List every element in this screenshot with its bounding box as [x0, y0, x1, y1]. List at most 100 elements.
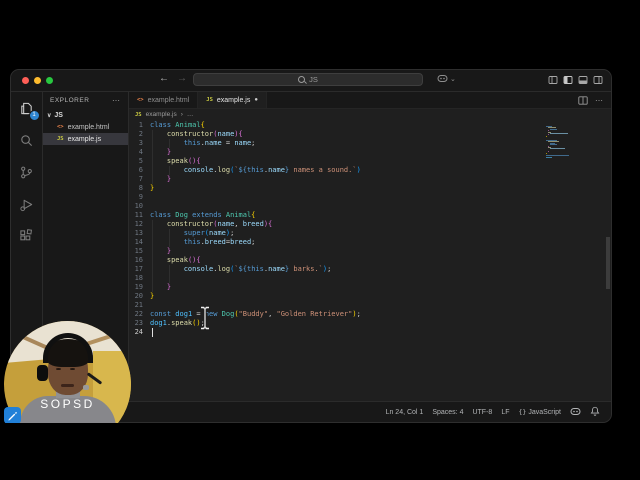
line-number: 18 [134, 274, 143, 282]
code-line-2[interactable]: 2 constructor(name){ [129, 130, 611, 139]
explorer-more-icon[interactable]: ⋯ [112, 96, 121, 105]
command-center-search[interactable]: JS [193, 73, 423, 86]
file-name: example.html [67, 123, 110, 131]
toggle-primary-sidebar-icon[interactable] [548, 75, 558, 85]
person-mouth [61, 384, 74, 387]
indent-guide [168, 139, 170, 148]
forward-icon[interactable]: → [177, 73, 187, 84]
overlay-pencil-badge[interactable] [4, 407, 21, 424]
status-javascript[interactable]: {} JavaScript [518, 408, 561, 416]
text-caret [152, 328, 153, 337]
line-number: 13 [134, 229, 143, 237]
code-line-19[interactable]: 19 } [129, 283, 611, 292]
file-item-example.html[interactable]: <> example.html [43, 121, 128, 133]
explorer-badge: 1 [28, 110, 40, 121]
zoom-button[interactable] [46, 77, 53, 84]
modified-dot-icon[interactable]: ● [254, 97, 258, 103]
tab-example.html[interactable]: <> example.html [129, 92, 199, 108]
code-line-6[interactable]: 6 console.log(`${this.name} names a soun… [129, 166, 611, 175]
minimize-button[interactable] [34, 77, 41, 84]
indent-guide [152, 139, 153, 148]
panel-right-icon[interactable] [593, 75, 603, 85]
code-line-20[interactable]: 20} [129, 292, 611, 301]
line-number: 5 [138, 157, 143, 165]
code-line-3[interactable]: 3 this.name = name; [129, 139, 611, 148]
status-lf[interactable]: LF [501, 409, 509, 416]
line-number: 11 [134, 211, 143, 219]
code-line-1[interactable]: 1 class Animal{ [129, 121, 611, 130]
activity-item-search[interactable] [16, 130, 38, 150]
status-bell[interactable] [590, 406, 600, 418]
indent-guide [168, 229, 170, 238]
activity-item-run-debug[interactable] [16, 194, 38, 214]
code-editor[interactable]: 1 class Animal{2 constructor(name){3 this… [129, 120, 611, 401]
indent-guide [152, 175, 153, 184]
status-label: Ln 24, Col 1 [385, 408, 424, 416]
indent-guide [152, 148, 153, 157]
indent-guide [168, 265, 170, 274]
line-number: 9 [138, 193, 143, 201]
js-file-icon: JS [57, 136, 64, 142]
status-spaces-4[interactable]: Spaces: 4 [432, 409, 463, 416]
line-number: 21 [134, 301, 143, 309]
tab-bar: <> example.html JS example.js ● ⋯ [129, 92, 611, 109]
status-copilot[interactable] [570, 407, 581, 418]
status-ln-24-col-1[interactable]: Ln 24, Col 1 [386, 409, 424, 416]
headset-mic-tip [83, 385, 89, 390]
minimap[interactable] [546, 126, 590, 164]
code-line-14[interactable]: 14 this.breed=breed; [129, 238, 611, 247]
line-number: 7 [138, 175, 143, 183]
code-line-11[interactable]: 11 class Dog extends Animal{ [129, 211, 611, 220]
breadcrumb-separator: › [180, 111, 183, 118]
code-line-15[interactable]: 15 } [129, 247, 611, 256]
indent-guide [168, 274, 170, 283]
code-line-18[interactable]: 18 [129, 274, 611, 283]
workspace-folder[interactable]: ∨ JS [43, 109, 128, 121]
split-editor-icon[interactable] [578, 95, 588, 105]
line-number: 10 [134, 202, 143, 210]
code-line-10[interactable]: 10 [129, 202, 611, 211]
status-utf-8[interactable]: UTF-8 [472, 409, 492, 416]
activity-item-source-control[interactable] [16, 162, 38, 182]
close-button[interactable] [22, 77, 29, 84]
breadcrumb[interactable]: JS example.js › … [129, 109, 611, 120]
html-file-icon: <> [57, 124, 64, 130]
run-debug-icon [20, 199, 33, 211]
bell-icon [590, 406, 600, 418]
code-line-12[interactable]: 12 constructor(name, breed){ [129, 220, 611, 229]
command-center-text: JS [309, 75, 318, 84]
code-line-13[interactable]: 13 super(name); [129, 229, 611, 238]
code-line-4[interactable]: 4 } [129, 148, 611, 157]
activity-item-extensions[interactable] [16, 226, 38, 246]
line-number: 8 [138, 184, 143, 192]
file-name: example.js [67, 135, 102, 143]
line-number: 6 [138, 166, 143, 174]
minimap-line [549, 133, 569, 134]
code-line-16[interactable]: 16 speak(){ [129, 256, 611, 265]
extensions-icon [20, 228, 33, 240]
line-number: 24 [134, 328, 143, 336]
status-label: JavaScript [528, 408, 561, 416]
code-line-17[interactable]: 17 console.log(`${this.name} barks.`); [129, 265, 611, 274]
code-line-7[interactable]: 7 } [129, 175, 611, 184]
editor-more-icon[interactable]: ⋯ [595, 96, 603, 105]
file-item-example.js[interactable]: JS example.js [43, 133, 128, 145]
panel-bottom-icon[interactable] [578, 75, 588, 85]
line-number: 22 [134, 310, 143, 318]
code-line-8[interactable]: 8} [129, 184, 611, 193]
workspace-name: JS [54, 111, 63, 119]
status-label: UTF-8 [472, 408, 493, 416]
search-icon [21, 134, 33, 146]
indent-guide [152, 256, 153, 265]
code-line-9[interactable]: 9 [129, 193, 611, 202]
back-icon[interactable]: ← [159, 73, 169, 84]
breadcrumb-file: example.js [145, 111, 177, 118]
code-line-5[interactable]: 5 speak(){ [129, 157, 611, 166]
editor-scrollbar[interactable] [606, 237, 610, 289]
copilot-menu[interactable]: ⌄ [437, 74, 456, 83]
pencil-icon [8, 411, 17, 421]
panel-left-icon[interactable] [563, 75, 573, 85]
tab-example.js[interactable]: JS example.js ● [198, 92, 267, 108]
activity-item-explorer[interactable]: 1 [16, 98, 40, 121]
file-tree: <> example.html JS example.js [43, 121, 128, 145]
